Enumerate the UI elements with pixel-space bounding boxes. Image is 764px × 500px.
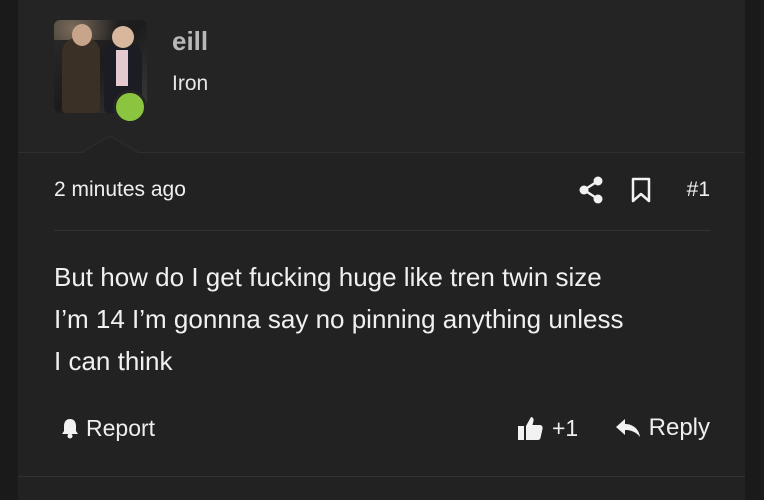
- avatar-shirt-right: [116, 50, 128, 86]
- avatar-figure-left: [62, 38, 100, 113]
- post-body-line: But how do I get fucking huge like tren …: [54, 262, 602, 292]
- like-count: +1: [552, 414, 579, 441]
- report-label: Report: [86, 414, 156, 441]
- avatar-head-right: [112, 26, 134, 48]
- reply-button[interactable]: Reply: [615, 410, 710, 446]
- divider: [18, 476, 745, 477]
- user-info-block: eill Iron: [18, 0, 745, 153]
- divider: [54, 230, 710, 231]
- report-button[interactable]: Report: [60, 410, 155, 446]
- post-body-line: I can think: [54, 346, 173, 376]
- reply-arrow-icon: [615, 417, 641, 439]
- user-title: Iron: [172, 72, 209, 95]
- online-status-indicator: [113, 90, 147, 124]
- reply-label: Reply: [648, 414, 710, 441]
- username[interactable]: eill: [172, 26, 208, 57]
- post-body: But how do I get fucking huge like tren …: [54, 256, 714, 382]
- post-actions: Report +1 Reply: [54, 410, 710, 450]
- thumbs-up-icon: [516, 414, 544, 442]
- like-button[interactable]: +1: [516, 410, 578, 446]
- post-timestamp[interactable]: 2 minutes ago: [54, 178, 186, 202]
- share-icon[interactable]: [578, 176, 604, 204]
- bookmark-icon[interactable]: [630, 176, 652, 204]
- bell-icon: [60, 417, 80, 439]
- post-card: eill Iron 2 minutes ago #1 But how do I …: [18, 0, 745, 500]
- post-meta-row: 2 minutes ago #1: [54, 172, 710, 212]
- user-block-arrow: [82, 137, 138, 153]
- post-body-line: I’m 14 I’m gonnna say no pinning anythin…: [54, 304, 624, 334]
- avatar-head-left: [72, 24, 92, 46]
- post-number-link[interactable]: #1: [687, 178, 710, 202]
